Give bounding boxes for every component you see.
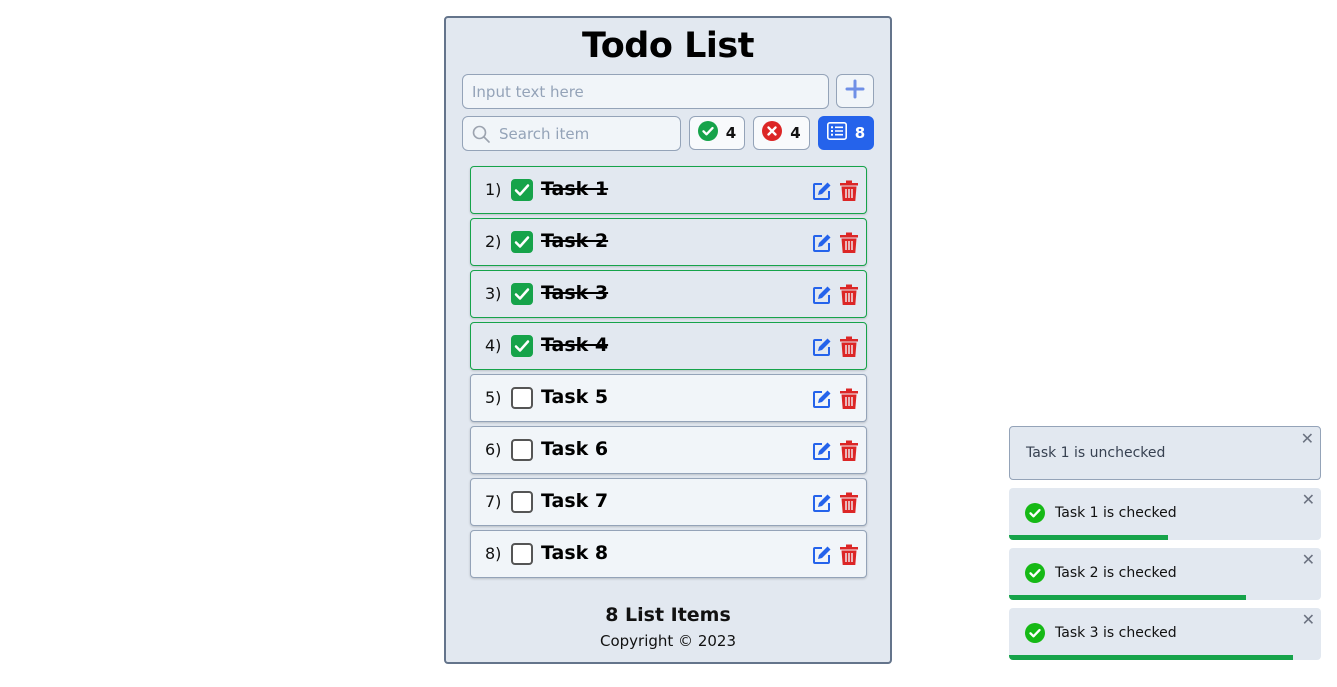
todo-card: Todo List 4 4 8 1) [444,16,892,664]
task-number: 1) [485,180,502,199]
task-number: 3) [485,284,502,303]
item-count: 8 List Items [605,604,731,626]
plus-icon [845,79,865,103]
task-number: 4) [485,336,502,355]
edit-icon[interactable] [812,285,832,309]
edit-icon[interactable] [812,233,832,257]
toast-progress-track [1009,535,1321,540]
trash-icon[interactable] [840,440,858,466]
filter-done-button[interactable]: 4 [689,116,745,150]
page-title: Todo List [582,26,754,66]
check-circle-icon [1025,623,1045,647]
task-label: Task 4 [541,334,609,356]
task-number: 8) [485,544,502,563]
edit-icon[interactable] [812,441,832,465]
task-number: 5) [485,388,502,407]
filter-undone-button[interactable]: 4 [753,116,810,150]
close-icon[interactable]: ✕ [1302,550,1315,569]
check-circle-icon [1025,503,1045,527]
toast-notification: Task 3 is checked ✕ [1009,608,1321,660]
toast-progress-bar [1009,535,1169,540]
filter-all-button[interactable]: 8 [818,116,874,150]
toast-message: Task 2 is checked [1055,565,1177,581]
task-label: Task 6 [541,438,609,460]
task-checkbox[interactable] [511,491,533,513]
edit-icon[interactable] [812,493,832,517]
all-count: 8 [854,124,866,142]
edit-icon[interactable] [812,181,832,205]
edit-icon[interactable] [812,545,832,569]
toast-progress-track [1009,655,1321,660]
trash-icon[interactable] [840,336,858,362]
task-item: 1) Task 1 [470,166,867,214]
task-checkbox[interactable] [511,335,533,357]
trash-icon[interactable] [840,492,858,518]
trash-icon[interactable] [840,388,858,414]
task-item: 8) Task 8 [470,530,867,578]
toast-progress-bar [1009,595,1247,600]
task-label: Task 8 [541,542,609,564]
task-item: 3) Task 3 [470,270,867,318]
edit-icon[interactable] [812,389,832,413]
task-item: 6) Task 6 [470,426,867,474]
task-label: Task 3 [541,282,609,304]
toast-notification: Task 2 is checked ✕ [1009,548,1321,600]
task-number: 7) [485,492,502,511]
trash-icon[interactable] [840,232,858,258]
task-checkbox[interactable] [511,439,533,461]
toast-notification: Task 1 is unchecked ✕ [1009,426,1321,480]
x-circle-icon [762,121,783,145]
list-icon [826,122,847,144]
task-checkbox[interactable] [511,387,533,409]
search-input[interactable] [497,117,679,150]
task-checkbox[interactable] [511,283,533,305]
task-label: Task 5 [541,386,609,408]
task-label: Task 2 [541,230,609,252]
search-icon [472,125,490,147]
toast-message: Task 1 is unchecked [1026,445,1166,461]
toast-notification: Task 1 is checked ✕ [1009,488,1321,540]
task-checkbox[interactable] [511,543,533,565]
trash-icon[interactable] [840,180,858,206]
task-checkbox[interactable] [511,179,533,201]
close-icon[interactable]: ✕ [1302,490,1315,509]
close-icon[interactable]: ✕ [1301,429,1314,448]
trash-icon[interactable] [840,284,858,310]
task-checkbox[interactable] [511,231,533,253]
edit-icon[interactable] [812,337,832,361]
task-number: 2) [485,232,502,251]
check-circle-icon [1025,563,1045,587]
toast-progress-bar [1009,655,1293,660]
task-item: 2) Task 2 [470,218,867,266]
undone-count: 4 [790,124,801,142]
new-task-input[interactable] [462,74,829,109]
trash-icon[interactable] [840,544,858,570]
task-label: Task 1 [541,178,609,200]
search-box [462,116,681,151]
task-item: 5) Task 5 [470,374,867,422]
close-icon[interactable]: ✕ [1302,610,1315,629]
copyright: Copyright © 2023 [599,632,736,650]
task-item: 7) Task 7 [470,478,867,526]
task-number: 6) [485,440,502,459]
check-circle-icon [697,121,718,145]
toast-message: Task 1 is checked [1055,505,1177,521]
done-count: 4 [725,124,737,142]
toast-message: Task 3 is checked [1055,625,1177,641]
task-item: 4) Task 4 [470,322,867,370]
task-list: 1) Task 1 2) Task 2 3) Task 3 4) Task 4 … [470,166,867,582]
toast-progress-track [1009,595,1321,600]
task-label: Task 7 [541,490,609,512]
add-task-button[interactable] [836,74,874,108]
